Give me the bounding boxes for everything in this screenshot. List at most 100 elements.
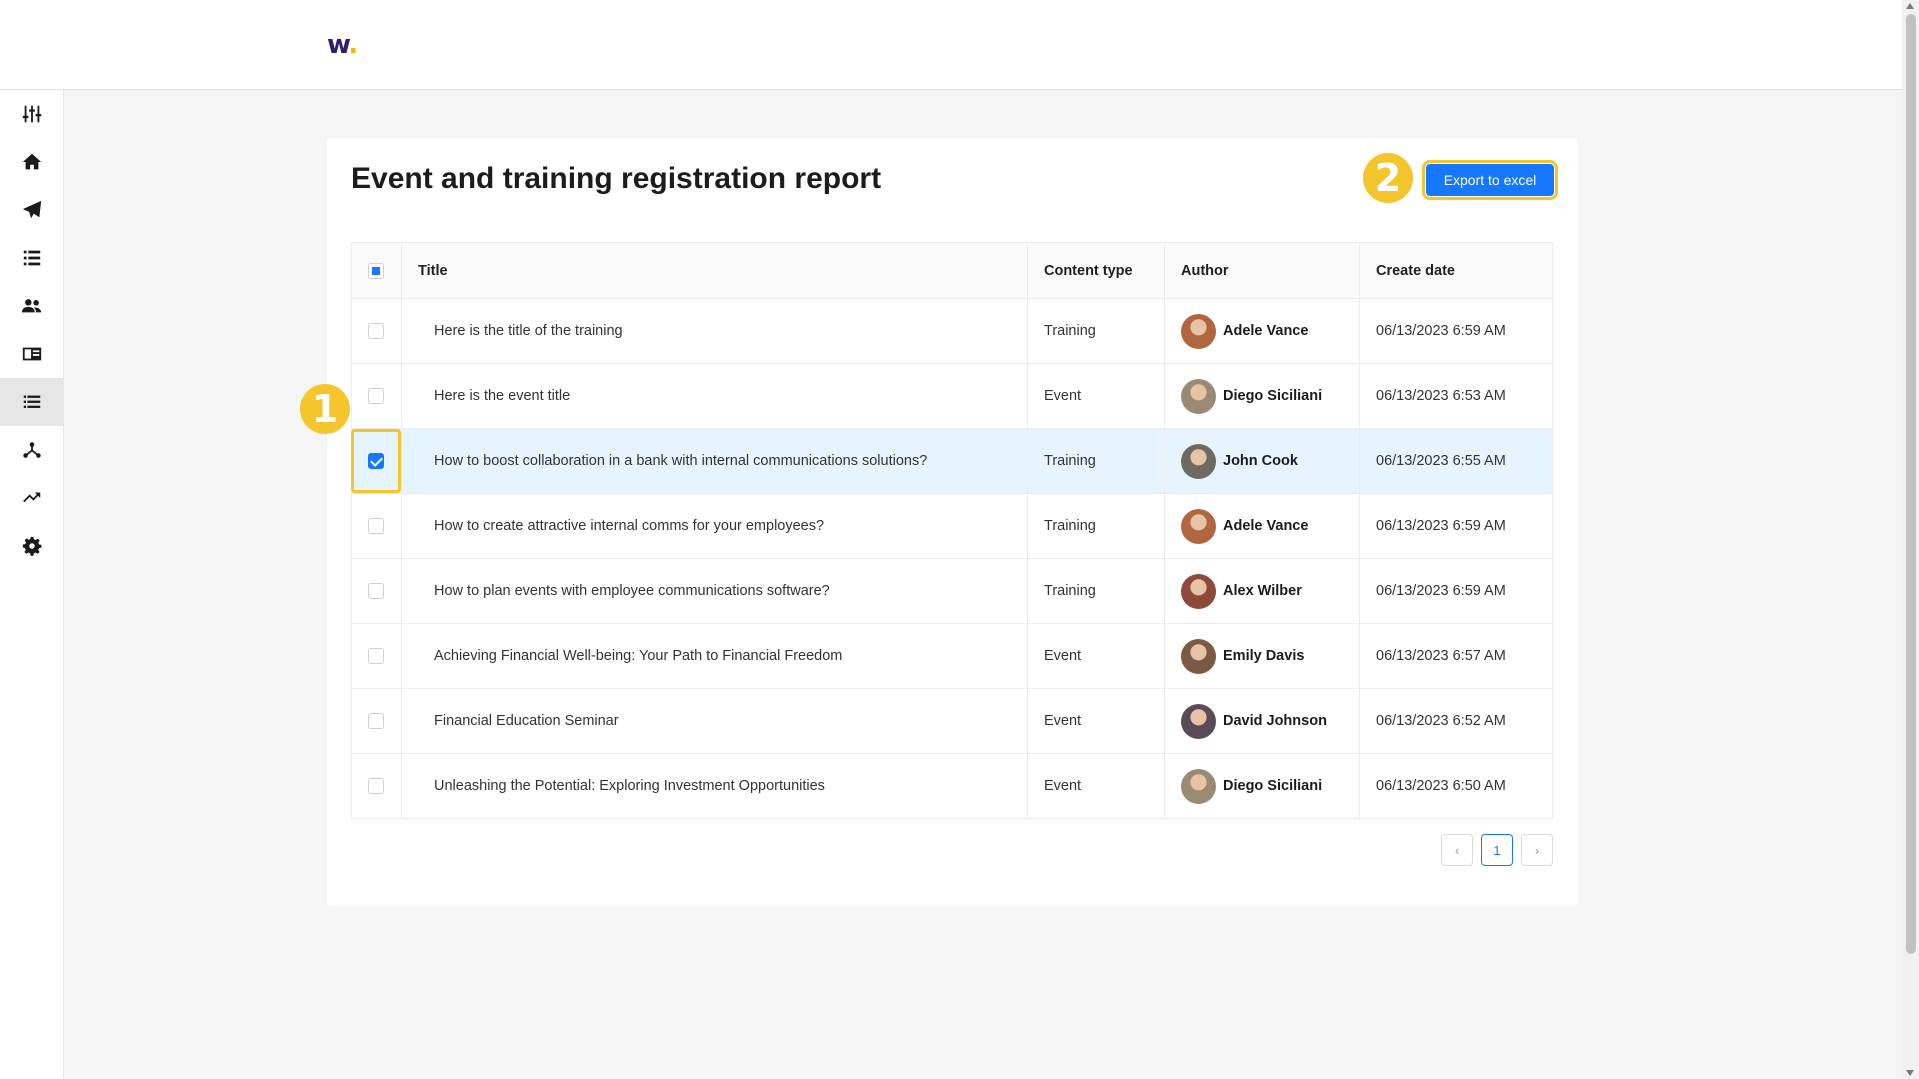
sidebar-item-home[interactable] — [0, 138, 64, 186]
sidebar — [0, 90, 64, 1079]
column-header-content-type[interactable]: Content type — [1027, 242, 1165, 299]
row-select-cell — [351, 493, 402, 559]
row-author-cell: Diego Siciliani — [1164, 363, 1360, 429]
row-create-date: 06/13/2023 6:59 AM — [1359, 558, 1553, 624]
scroll-thumb[interactable] — [1906, 14, 1916, 954]
row-checkbox[interactable] — [368, 323, 384, 340]
table-row[interactable]: Financial Education Seminar Event David Jo… — [351, 688, 1553, 754]
sidebar-item-content-list[interactable] — [0, 234, 64, 282]
sidebar-item-users[interactable] — [0, 282, 64, 330]
scroll-down-arrow-icon[interactable] — [1906, 1070, 1914, 1076]
row-checkbox[interactable] — [368, 453, 384, 469]
row-checkbox[interactable] — [368, 388, 384, 405]
row-select-cell — [351, 753, 402, 819]
gear-icon — [22, 536, 42, 556]
row-title[interactable]: Financial Education Seminar — [401, 688, 1028, 754]
row-create-date: 06/13/2023 6:57 AM — [1359, 623, 1553, 689]
row-select-cell — [351, 298, 402, 364]
pagination-prev-button[interactable]: ‹ — [1441, 834, 1473, 866]
row-checkbox[interactable] — [368, 648, 384, 665]
row-create-date: 06/13/2023 6:55 AM — [1359, 428, 1553, 494]
row-content-type: Training — [1027, 558, 1165, 624]
author: Emily Davis — [1181, 638, 1343, 674]
paper-plane-icon — [22, 200, 42, 219]
sidebar-item-reports[interactable] — [0, 378, 64, 426]
row-title[interactable]: Here is the title of the training — [401, 298, 1028, 364]
author: David Johnson — [1181, 703, 1343, 739]
table-row[interactable]: Achieving Financial Well-being: Your Pat… — [351, 623, 1553, 689]
table-row[interactable]: Unleashing the Potential: Exploring Inve… — [351, 753, 1553, 819]
row-checkbox[interactable] — [368, 518, 384, 535]
row-title[interactable]: How to plan events with employee communi… — [401, 558, 1028, 624]
row-select-cell — [351, 688, 402, 754]
column-header-title[interactable]: Title — [401, 242, 1028, 299]
row-content-type: Training — [1027, 428, 1165, 494]
export-to-excel-button[interactable]: Export to excel — [1422, 160, 1558, 200]
author: Diego Siciliani — [1181, 768, 1343, 804]
author-name: Adele Vance — [1223, 518, 1309, 534]
select-all-checkbox[interactable] — [368, 262, 384, 279]
page-scrollbar[interactable] — [1902, 0, 1919, 1079]
row-title[interactable]: Here is the event title — [401, 363, 1028, 429]
pagination-next-button[interactable]: › — [1521, 834, 1553, 866]
row-select-cell — [351, 623, 402, 689]
row-author-cell: Adele Vance — [1164, 298, 1360, 364]
author-name: Diego Siciliani — [1223, 778, 1323, 794]
sidebar-item-analytics[interactable] — [0, 474, 64, 522]
row-title[interactable]: Unleashing the Potential: Exploring Inve… — [401, 753, 1028, 819]
chevron-left-icon: ‹ — [1454, 842, 1460, 858]
row-title[interactable]: Achieving Financial Well-being: Your Pat… — [401, 623, 1028, 689]
sliders-icon — [22, 105, 42, 123]
row-checkbox[interactable] — [368, 583, 384, 600]
row-select-cell — [351, 363, 402, 429]
trending-up-icon — [23, 492, 41, 503]
table-row[interactable]: Here is the event title Event Diego Sicili… — [351, 363, 1553, 429]
report-card: Event and training registration report E… — [327, 138, 1578, 906]
select-all-cell — [351, 242, 402, 299]
sidebar-item-news[interactable] — [0, 330, 64, 378]
pagination: ‹ 1 › — [1441, 834, 1553, 866]
row-content-type: Event — [1027, 623, 1165, 689]
table-row[interactable]: How to boost collaboration in a bank wit… — [351, 428, 1553, 494]
pagination-page-1[interactable]: 1 — [1481, 834, 1513, 866]
column-header-create-date[interactable]: Create date — [1359, 242, 1553, 299]
table-row[interactable]: Here is the title of the training Trainin… — [351, 298, 1553, 364]
author-name: David Johnson — [1223, 713, 1327, 729]
row-create-date: 06/13/2023 6:53 AM — [1359, 363, 1553, 429]
table-row[interactable]: How to create attractive internal comms … — [351, 493, 1553, 559]
author-name: John Cook — [1223, 453, 1298, 469]
scroll-up-arrow-icon[interactable] — [1906, 3, 1914, 9]
row-checkbox[interactable] — [368, 713, 384, 730]
row-content-type: Event — [1027, 688, 1165, 754]
avatar — [1181, 573, 1216, 609]
registration-table: Title Content type Author Create date He… — [351, 242, 1553, 819]
author: Adele Vance — [1181, 313, 1343, 349]
avatar — [1181, 378, 1216, 414]
row-author-cell: Alex Wilber — [1164, 558, 1360, 624]
row-create-date: 06/13/2023 6:52 AM — [1359, 688, 1553, 754]
column-header-author[interactable]: Author — [1164, 242, 1360, 299]
list-bullets-icon — [23, 250, 41, 266]
table-row[interactable]: How to plan events with employee communi… — [351, 558, 1553, 624]
sidebar-item-hierarchy[interactable] — [0, 426, 64, 474]
sidebar-item-settings[interactable] — [0, 522, 64, 570]
row-select-cell — [351, 558, 402, 624]
brand-logo[interactable]: w. — [327, 30, 358, 60]
row-content-type: Training — [1027, 298, 1165, 364]
users-icon — [21, 299, 42, 313]
row-title[interactable]: How to boost collaboration in a bank wit… — [401, 428, 1028, 494]
row-select-cell — [351, 428, 402, 494]
table-body: Here is the title of the training Trainin… — [351, 298, 1553, 819]
row-title[interactable]: How to create attractive internal comms … — [401, 493, 1028, 559]
row-author-cell: David Johnson — [1164, 688, 1360, 754]
logo-letter: w — [327, 30, 349, 60]
author: Diego Siciliani — [1181, 378, 1343, 414]
sidebar-item-dashboard[interactable] — [0, 90, 64, 138]
row-checkbox-highlight — [351, 429, 401, 493]
list-icon — [23, 395, 41, 408]
row-checkbox[interactable] — [368, 778, 384, 795]
step-badge-2: 2 — [1363, 153, 1413, 203]
author-name: Adele Vance — [1223, 323, 1309, 339]
sidebar-item-publish[interactable] — [0, 186, 64, 234]
author: John Cook — [1181, 443, 1343, 479]
